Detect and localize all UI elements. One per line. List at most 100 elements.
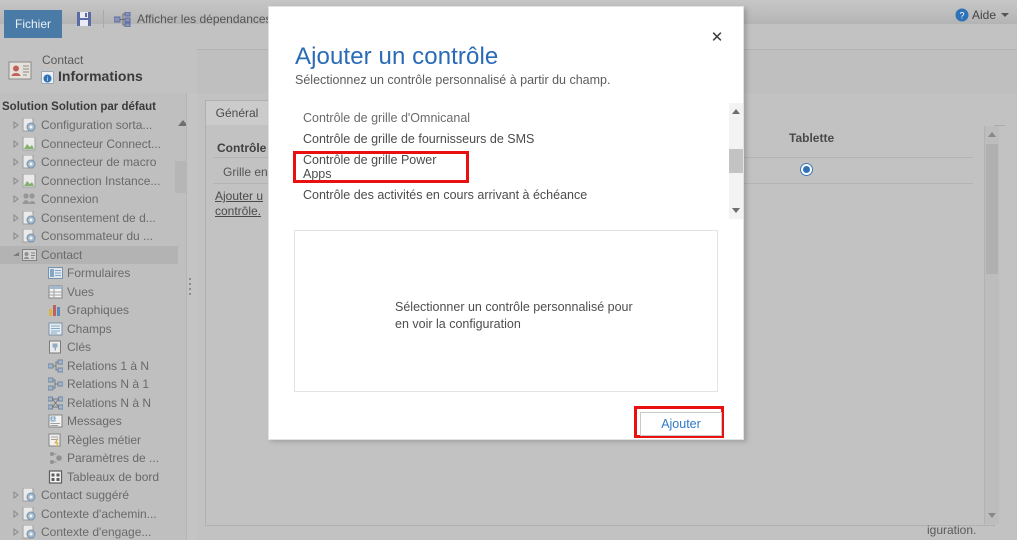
relations-1n-icon	[47, 359, 64, 373]
save-icon[interactable]	[76, 11, 92, 27]
tree-item-label: Consentement de d...	[41, 210, 156, 225]
scroll-up-arrow-icon[interactable]	[988, 132, 996, 137]
help-label: Aide	[971, 8, 996, 22]
tree-item[interactable]: Configuration sorta...	[0, 116, 178, 135]
tree-item-label: Règles métier	[67, 432, 142, 447]
show-dependencies-button[interactable]: Afficher les dépendances	[113, 10, 272, 28]
chevron-right-icon[interactable]	[10, 213, 22, 222]
tree-item[interactable]: Connecteur Connect...	[0, 135, 178, 154]
tree-item-label: Contexte d'achemin...	[41, 506, 157, 521]
chevron-right-icon[interactable]	[10, 195, 22, 204]
tree-item[interactable]: Connection Instance...	[0, 172, 178, 191]
tree-item[interactable]: Vues	[0, 283, 178, 302]
control-list-scrollbar-thumb[interactable]	[729, 149, 743, 173]
help-button[interactable]: ? Aide	[955, 8, 1009, 22]
dialog-title: Ajouter un contrôle	[295, 43, 499, 70]
chevron-down-icon[interactable]	[10, 251, 22, 259]
tree-item-label: Contact suggéré	[41, 488, 130, 503]
tree-item[interactable]: Connexion	[0, 190, 178, 209]
tree-item-label: Relations N à 1	[67, 377, 150, 392]
tree-item[interactable]: Contact	[0, 245, 178, 264]
control-list[interactable]: Contrôle de grille d'Omnicanal Contrôle d…	[293, 103, 743, 224]
forms-icon	[48, 266, 63, 280]
show-dependencies-label: Afficher les dépendances	[137, 12, 272, 26]
column-header-tablette: Tablette	[789, 131, 835, 145]
tree-item[interactable]: Champs	[0, 320, 178, 339]
entity-icon	[22, 487, 37, 502]
tree-item-label: Paramètres de ...	[67, 451, 160, 466]
tab-general[interactable]: Général	[205, 100, 269, 125]
tree-item-label: Relations N à N	[67, 395, 152, 410]
tree-scrollbar[interactable]	[175, 128, 186, 540]
grid-row-label: Grille en	[223, 165, 268, 179]
tree-scrollbar-thumb[interactable]	[175, 161, 186, 193]
preview-placeholder-text: Sélectionner un contrôle personnalisé po…	[395, 300, 633, 331]
control-list-scrollbar[interactable]	[729, 103, 743, 219]
scroll-down-arrow-icon[interactable]	[732, 208, 740, 213]
control-list-item[interactable]: Contrôle de grille d'Omnicanal	[295, 103, 717, 125]
tree-item[interactable]: Consommateur du ...	[0, 227, 178, 246]
tree-item-label: Formulaires	[67, 266, 131, 281]
svg-text:?: ?	[959, 11, 964, 21]
tree-item[interactable]: Règles métier	[0, 431, 178, 450]
fields-icon	[48, 322, 63, 336]
business-rules-icon	[48, 433, 63, 447]
control-list-options[interactable]: Contrôle de grille d'Omnicanal Contrôle d…	[293, 103, 717, 209]
control-list-item-label: Contrôle de grille Power Apps	[303, 153, 437, 181]
chevron-right-icon[interactable]	[10, 139, 22, 148]
tree-item[interactable]: Contact suggéré	[0, 486, 178, 505]
tree-item-label: Consommateur du ...	[41, 229, 154, 244]
tree-item[interactable]: Consentement de d...	[0, 209, 178, 228]
page-title: Informations	[58, 68, 143, 84]
tree-item-label: Graphiques	[67, 303, 130, 318]
chevron-right-icon[interactable]	[10, 158, 22, 167]
chevron-right-icon[interactable]	[10, 176, 22, 185]
tree-item-label: Contexte d'engage...	[41, 525, 152, 540]
close-icon[interactable]: ✕	[707, 27, 727, 47]
control-list-item[interactable]: Contrôle de grille de fournisseurs de SM…	[295, 125, 717, 153]
content-scrollbar[interactable]	[984, 126, 999, 524]
add-button[interactable]: Ajouter	[640, 412, 722, 436]
contact-entity-icon	[22, 248, 37, 262]
scroll-down-arrow-icon[interactable]	[988, 513, 996, 518]
tree-item-label: Configuration sorta...	[41, 118, 153, 133]
tree-item[interactable]: Paramètres de ...	[0, 449, 178, 468]
hierarchy-settings-icon	[48, 451, 63, 465]
content-scrollbar-thumb[interactable]	[986, 144, 998, 274]
chevron-right-icon[interactable]	[10, 232, 22, 241]
tree-item[interactable]: Tableaux de bord	[0, 468, 178, 487]
tree-item-label: Contact	[41, 247, 83, 262]
solution-label: Solution Solution par défaut	[2, 101, 156, 113]
controls-heading: Contrôle	[217, 141, 267, 155]
tree-item[interactable]: Relations N à 1	[0, 375, 178, 394]
chevron-right-icon[interactable]	[10, 509, 22, 518]
connection-icon	[22, 192, 37, 206]
control-list-item-label: Contrôle de grille d'Omnicanal	[303, 111, 471, 125]
tree-item[interactable]: Relations 1 à N	[0, 357, 178, 376]
tablette-radio[interactable]	[800, 163, 813, 176]
tree-item[interactable]: Connecteur de macro	[0, 153, 178, 172]
dashboards-icon	[48, 470, 63, 484]
chevron-right-icon[interactable]	[10, 491, 22, 500]
tree-item[interactable]: A Messages	[0, 412, 178, 431]
solution-tree[interactable]: Configuration sorta... Connecteur Connect…	[0, 116, 178, 540]
splitter-grip-icon	[189, 278, 191, 295]
tree-item[interactable]: Formulaires	[0, 264, 178, 283]
tree-item-label: Clés	[67, 340, 92, 355]
tree-item[interactable]: Clés	[0, 338, 178, 357]
tree-item[interactable]: Graphiques	[0, 301, 178, 320]
scroll-up-arrow-icon[interactable]	[732, 109, 740, 114]
chevron-right-icon[interactable]	[10, 121, 22, 130]
tree-item-label: Relations 1 à N	[67, 358, 150, 373]
control-list-item[interactable]: Contrôle de grille Power Apps	[293, 151, 469, 183]
tree-item[interactable]: Contexte d'achemin...	[0, 505, 178, 524]
control-list-item-label: Contrôle de grille de fournisseurs de SM…	[303, 132, 535, 146]
tree-item-label: Connexion	[41, 192, 99, 207]
file-tab[interactable]: Fichier	[4, 10, 62, 38]
entity-icon	[22, 210, 37, 225]
tree-item[interactable]: Contexte d'engage...	[0, 523, 178, 540]
chevron-right-icon[interactable]	[10, 528, 22, 537]
control-list-item[interactable]: Contrôle des activités en cours arrivant…	[295, 181, 717, 209]
tree-item[interactable]: Relations N à N	[0, 394, 178, 413]
relations-nn-icon	[47, 396, 64, 410]
